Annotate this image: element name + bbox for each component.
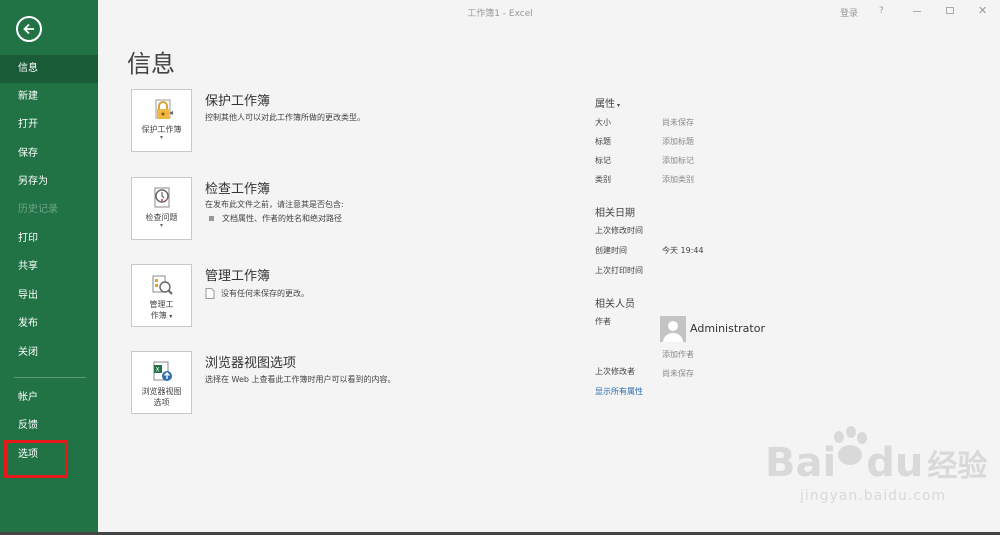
browser-view-options-title: 浏览器视图选项 — [205, 356, 297, 371]
manage-workbook-button-label: 管理工 — [149, 300, 174, 309]
bullet-square-icon — [209, 216, 214, 221]
sidebar-item-publish[interactable]: 发布 — [0, 310, 98, 338]
sign-in-link[interactable]: 登录 — [840, 6, 858, 19]
prop-last-modified-by-value: 尚未保存 — [662, 369, 694, 378]
prop-author-label: 作者 — [595, 317, 611, 326]
prop-size-label: 大小 — [595, 118, 611, 127]
chevron-down-icon: ▾ — [617, 102, 621, 109]
prop-category-input[interactable]: 添加类别 — [662, 174, 694, 185]
prop-size-value: 尚未保存 — [662, 118, 694, 127]
svg-text:X: X — [155, 367, 159, 374]
check-for-issues-button[interactable]: 检查问题 ▾ — [131, 177, 192, 240]
browser-view-options-button-label: 浏览器视图 — [141, 387, 182, 396]
back-arrow-icon — [23, 23, 34, 35]
document-icon — [205, 288, 215, 299]
browser-view-options-button[interactable]: X 浏览器视图 选项 — [131, 351, 192, 414]
sidebar-item-close[interactable]: 关闭 — [0, 339, 98, 367]
minimize-button[interactable] — [913, 11, 921, 12]
watermark-url: jingyan.baidu.com — [800, 488, 947, 504]
manage-workbook-title: 管理工作簿 — [205, 269, 271, 284]
manage-workbook-button-label-2: 作簿 ▾ — [132, 310, 191, 322]
prop-created-label: 创建时间 — [595, 246, 627, 255]
author-name[interactable]: Administrator — [690, 322, 765, 335]
manage-workbook-icon — [152, 275, 173, 295]
inspect-workbook-title: 检查工作簿 — [205, 182, 271, 197]
prop-last-modified-by-label: 上次修改者 — [595, 367, 635, 376]
manage-workbook-description: 没有任何未保存的更改。 — [221, 289, 309, 298]
browser-view-icon: X — [153, 361, 172, 381]
browser-view-options-description: 选择在 Web 上查看此工作簿时用户可以看到的内容。 — [205, 375, 396, 384]
watermark-brand-left: Bai — [765, 440, 837, 486]
sidebar-item-feedback[interactable]: 反馈 — [0, 412, 98, 440]
inspect-bullet-item: 文档属性、作者的姓名和绝对路径 — [209, 213, 342, 224]
sidebar-item-save[interactable]: 保存 — [0, 140, 98, 168]
prop-category-label: 类别 — [595, 175, 611, 184]
prop-title-input[interactable]: 添加标题 — [662, 136, 694, 147]
back-button[interactable] — [16, 16, 42, 42]
protect-workbook-description: 控制其他人可以对此工作簿所做的更改类型。 — [205, 113, 365, 122]
inspect-bullet-text: 文档属性、作者的姓名和绝对路径 — [222, 214, 342, 223]
prop-title-label: 标题 — [595, 137, 611, 146]
help-button[interactable]: ? — [879, 6, 884, 16]
related-dates-heading: 相关日期 — [595, 208, 635, 219]
inspect-icon — [154, 187, 169, 208]
sidebar-item-share[interactable]: 共享 — [0, 253, 98, 281]
protect-workbook-button[interactable]: 保护工作簿 ▾ — [131, 89, 192, 152]
avatar — [660, 316, 686, 342]
dropdown-arrow-icon: ▾ — [159, 134, 163, 141]
page-title: 信息 — [127, 50, 175, 78]
restore-button[interactable] — [946, 7, 954, 14]
close-window-button[interactable]: ✕ — [978, 4, 987, 17]
related-people-heading: 相关人员 — [595, 299, 635, 310]
sidebar-item-open[interactable]: 打开 — [0, 111, 98, 139]
sidebar-item-info[interactable]: 信息 — [0, 55, 98, 83]
dropdown-arrow-icon: ▾ — [169, 313, 173, 320]
sidebar-item-history: 历史记录 — [18, 204, 58, 215]
person-icon — [663, 321, 683, 342]
prop-printed-label: 上次打印时间 — [595, 266, 643, 275]
baidu-watermark: Bai du 经验 — [765, 440, 987, 486]
lock-icon — [155, 99, 173, 119]
prop-tags-input[interactable]: 添加标记 — [662, 155, 694, 166]
sidebar-item-print[interactable]: 打印 — [0, 225, 98, 253]
sidebar-item-export[interactable]: 导出 — [0, 282, 98, 310]
inspect-workbook-description: 在发布此文件之前，请注意其是否包含: — [205, 200, 344, 209]
watermark-brand-right: du — [866, 440, 924, 486]
add-author-input[interactable]: 添加作者 — [662, 349, 694, 360]
prop-created-value: 今天 19:44 — [662, 246, 704, 255]
show-all-properties-link[interactable]: 显示所有属性 — [595, 386, 643, 397]
properties-dropdown[interactable]: 属性 ▾ — [595, 95, 620, 110]
options-highlight-box — [4, 440, 68, 478]
sidebar-item-new[interactable]: 新建 — [0, 83, 98, 111]
prop-modified-label: 上次修改时间 — [595, 226, 643, 235]
sidebar-item-account[interactable]: 帐户 — [0, 384, 98, 412]
watermark-brand-cn: 经验 — [927, 449, 988, 484]
protect-workbook-title: 保护工作簿 — [205, 94, 271, 109]
dropdown-arrow-icon: ▾ — [159, 222, 163, 229]
manage-workbook-button-label-2-text: 作簿 — [150, 311, 167, 320]
sidebar-divider — [14, 377, 86, 378]
manage-workbook-description-row: 没有任何未保存的更改。 — [205, 288, 309, 299]
manage-workbook-button[interactable]: 管理工 作簿 ▾ — [131, 264, 192, 327]
properties-heading: 属性 — [595, 99, 615, 110]
prop-tags-label: 标记 — [595, 156, 611, 165]
sidebar-item-save-as[interactable]: 另存为 — [0, 168, 98, 196]
browser-view-options-button-label-2: 选项 — [153, 398, 170, 407]
